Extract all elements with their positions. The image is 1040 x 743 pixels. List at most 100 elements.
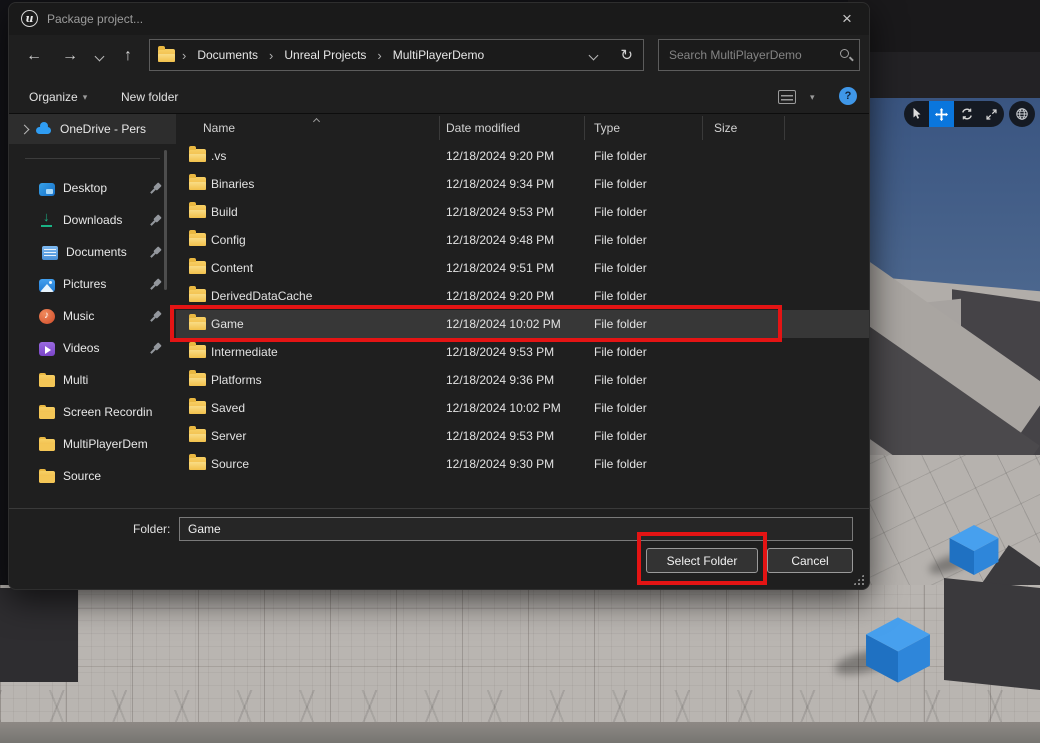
file-list: .vs12/18/2024 9:20 PMFile folderBinaries… <box>176 142 869 478</box>
sidebar-item-label: Pictures <box>63 277 143 291</box>
sidebar-item-multiplayerdem[interactable]: MultiPlayerDem <box>9 428 176 460</box>
sidebar-item-label: OneDrive - Pers <box>60 122 176 136</box>
pin-icon <box>151 215 162 226</box>
file-row-saved[interactable]: Saved12/18/2024 10:02 PMFile folder <box>176 394 869 422</box>
folder-icon <box>189 261 206 274</box>
file-row-game[interactable]: Game12/18/2024 10:02 PMFile folder <box>176 310 869 338</box>
cancel-button[interactable]: Cancel <box>767 548 853 573</box>
sidebar-item-label: Documents <box>66 245 143 259</box>
file-type: File folder <box>594 394 647 422</box>
folder-icon <box>189 401 206 414</box>
forward-button[interactable]: → <box>57 43 83 69</box>
desktop-icon <box>39 183 55 196</box>
file-type: File folder <box>594 310 647 338</box>
breadcrumb-separator: › <box>377 48 381 63</box>
blue-cube-large[interactable] <box>864 616 932 684</box>
view-options-icon[interactable] <box>778 90 796 104</box>
column-header-name[interactable]: Name <box>203 114 235 142</box>
file-row-build[interactable]: Build12/18/2024 9:53 PMFile folder <box>176 198 869 226</box>
file-row-deriveddatacache[interactable]: DerivedDataCache12/18/2024 9:20 PMFile f… <box>176 282 869 310</box>
sidebar-item-label: Source <box>63 469 176 483</box>
file-row-source[interactable]: Source 12/18/2024 9:30 PM File folder <box>176 450 869 478</box>
sidebar-item-videos[interactable]: Videos <box>9 332 176 364</box>
breadcrumb-documents[interactable]: Documents <box>193 45 262 65</box>
view-options-caret-icon[interactable]: ▾ <box>804 91 821 104</box>
file-type: File folder <box>594 226 647 254</box>
column-divider[interactable] <box>439 116 440 140</box>
chevron-down-icon <box>94 52 104 62</box>
up-button[interactable]: ↑ <box>115 43 141 69</box>
pin-icon <box>151 311 162 322</box>
new-folder-button[interactable]: New folder <box>117 86 182 108</box>
column-divider[interactable] <box>702 116 703 140</box>
folder-name-input[interactable] <box>179 517 853 541</box>
file-row-intermediate[interactable]: Intermediate12/18/2024 9:53 PMFile folde… <box>176 338 869 366</box>
column-header-type[interactable]: Type <box>594 114 620 142</box>
folder-icon <box>39 437 55 453</box>
help-icon[interactable]: ? <box>839 87 857 105</box>
sidebar-item-onedrive-pers[interactable]: OneDrive - Pers <box>9 114 176 144</box>
select-folder-button[interactable]: Select Folder <box>646 548 758 573</box>
sidebar-item-documents[interactable]: Documents <box>9 236 176 268</box>
blue-cube-small[interactable] <box>948 524 1000 576</box>
breadcrumb-multiplayerdemo[interactable]: MultiPlayerDemo <box>389 45 488 65</box>
sidebar-item-desktop[interactable]: Desktop <box>9 172 176 204</box>
file-date-modified: 12/18/2024 10:02 PM <box>446 310 561 338</box>
dialog-titlebar[interactable]: u Package project... × <box>9 3 869 35</box>
column-header-date-modified[interactable]: Date modified <box>446 114 520 142</box>
pin-icon <box>151 183 162 194</box>
sidebar-item-label: Music <box>63 309 143 323</box>
address-dropdown-icon[interactable] <box>589 50 599 60</box>
folder-icon <box>189 373 206 386</box>
file-name: DerivedDataCache <box>211 282 312 310</box>
back-button[interactable]: ← <box>21 43 47 69</box>
resize-grip[interactable] <box>853 574 864 585</box>
pin-icon <box>151 247 162 258</box>
sidebar-item-label: MultiPlayerDem <box>63 437 176 451</box>
tool-rotate[interactable] <box>954 101 979 127</box>
sidebar-scrollbar[interactable] <box>164 150 167 290</box>
file-row-vs[interactable]: .vs12/18/2024 9:20 PMFile folder <box>176 142 869 170</box>
file-date-modified: 12/18/2024 9:48 PM <box>446 226 554 254</box>
file-name: Source <box>211 450 249 478</box>
tool-scale[interactable] <box>979 101 1004 127</box>
close-icon[interactable]: × <box>835 7 859 31</box>
file-type: File folder <box>594 450 647 478</box>
refresh-icon[interactable]: ↻ <box>618 46 635 64</box>
file-date-modified: 12/18/2024 9:53 PM <box>446 338 554 366</box>
file-type: File folder <box>594 254 647 282</box>
organize-button[interactable]: Organize ▾ <box>25 86 91 108</box>
folder-icon <box>189 317 206 330</box>
file-row-config[interactable]: Config12/18/2024 9:48 PMFile folder <box>176 226 869 254</box>
file-row-platforms[interactable]: Platforms12/18/2024 9:36 PMFile folder <box>176 366 869 394</box>
search-input[interactable] <box>659 40 859 70</box>
pin-icon <box>151 279 162 290</box>
folder-icon <box>189 233 206 246</box>
sidebar-item-pictures[interactable]: Pictures <box>9 268 176 300</box>
file-name: Binaries <box>211 170 254 198</box>
tool-move[interactable] <box>929 101 954 127</box>
world-space-toggle-icon[interactable] <box>1009 101 1035 127</box>
column-header-size[interactable]: Size <box>714 114 737 142</box>
sort-ascending-icon <box>313 118 320 125</box>
cloud-icon <box>36 121 52 137</box>
sidebar-item-multi[interactable]: Multi <box>9 364 176 396</box>
file-date-modified: 12/18/2024 9:51 PM <box>446 254 554 282</box>
file-date-modified: 12/18/2024 9:30 PM <box>446 450 554 478</box>
breadcrumb-unreal-projects[interactable]: Unreal Projects <box>280 45 370 65</box>
file-date-modified: 12/18/2024 9:36 PM <box>446 366 554 394</box>
sidebar-item-source[interactable]: Source <box>9 460 176 492</box>
column-divider[interactable] <box>584 116 585 140</box>
recent-locations-button[interactable] <box>89 43 109 69</box>
file-row-server[interactable]: Server12/18/2024 9:53 PMFile folder <box>176 422 869 450</box>
sidebar-item-music[interactable]: Music <box>9 300 176 332</box>
column-divider[interactable] <box>784 116 785 140</box>
tool-select[interactable] <box>904 101 929 127</box>
file-date-modified: 12/18/2024 9:34 PM <box>446 170 554 198</box>
file-row-content[interactable]: Content12/18/2024 9:51 PMFile folder <box>176 254 869 282</box>
sidebar-item-downloads[interactable]: Downloads <box>9 204 176 236</box>
document-icon <box>42 246 58 260</box>
sidebar-item-screen-recordin[interactable]: Screen Recordin <box>9 396 176 428</box>
file-row-binaries[interactable]: Binaries12/18/2024 9:34 PMFile folder <box>176 170 869 198</box>
chevron-right-icon[interactable] <box>20 124 30 134</box>
